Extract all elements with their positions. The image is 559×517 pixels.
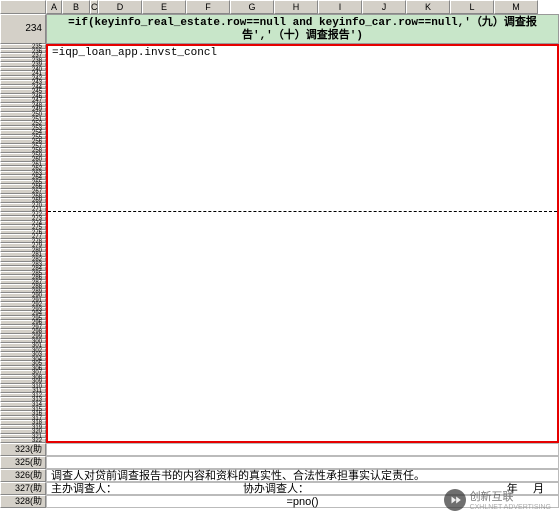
row-328-cell[interactable]: =pno() xyxy=(46,495,559,508)
col-header-k[interactable]: K xyxy=(406,0,450,14)
col-header-f[interactable]: F xyxy=(186,0,230,14)
col-header-b[interactable]: B xyxy=(62,0,90,14)
corner-cell[interactable] xyxy=(0,0,46,14)
row-header-328[interactable]: 328(助 xyxy=(0,495,46,508)
col-header-g[interactable]: G xyxy=(230,0,274,14)
col-header-c[interactable]: C xyxy=(90,0,98,14)
co-investigator-label: 协办调查人： xyxy=(243,483,309,495)
month-label: 月 xyxy=(533,483,544,495)
responsibility-text: 调查人对贷前调查报告书的内容和资料的真实性、合法性承担事实认定责任。 xyxy=(51,470,425,482)
row-325-cell[interactable] xyxy=(46,456,559,469)
col-header-a[interactable]: A xyxy=(46,0,62,14)
formula-cell-234[interactable]: =if(keyinfo_real_estate.row==null and ke… xyxy=(46,14,559,44)
col-header-i[interactable]: I xyxy=(318,0,362,14)
loan-formula-cell[interactable]: =iqp_loan_app.invst_concl xyxy=(48,46,557,58)
row-header-325[interactable]: 325(助 xyxy=(0,456,46,469)
row-326-cell[interactable]: 调查人对贷前调查报告书的内容和资料的真实性、合法性承担事实认定责任。 xyxy=(46,469,559,482)
col-header-h[interactable]: H xyxy=(274,0,318,14)
column-headers: ABCDEFGHIJKLM xyxy=(46,0,559,14)
col-header-m[interactable]: M xyxy=(494,0,538,14)
row-323-cell[interactable] xyxy=(46,443,559,456)
dashed-separator xyxy=(48,211,557,212)
main-investigator-label: 主办调查人： xyxy=(51,483,117,495)
grid-content: ABCDEFGHIJKLM =if(keyinfo_real_estate.ro… xyxy=(46,0,559,517)
row-header-234[interactable]: 234 xyxy=(0,14,46,44)
year-label: 年 xyxy=(507,483,518,495)
row-327-cell[interactable]: 主办调查人： 协办调查人： 年 月 xyxy=(46,482,559,495)
pno-formula: =pno() xyxy=(286,496,318,508)
col-header-l[interactable]: L xyxy=(450,0,494,14)
row-header-327[interactable]: 327(助 xyxy=(0,482,46,495)
col-header-j[interactable]: J xyxy=(362,0,406,14)
selection-box: =iqp_loan_app.invst_concl xyxy=(46,44,559,443)
row-header-323[interactable]: 323(助 xyxy=(0,443,46,456)
col-header-d[interactable]: D xyxy=(98,0,142,14)
row-headers-column: 234 235236237238239240241242243244245246… xyxy=(0,0,46,517)
col-header-e[interactable]: E xyxy=(142,0,186,14)
row-header-326[interactable]: 326(助 xyxy=(0,469,46,482)
